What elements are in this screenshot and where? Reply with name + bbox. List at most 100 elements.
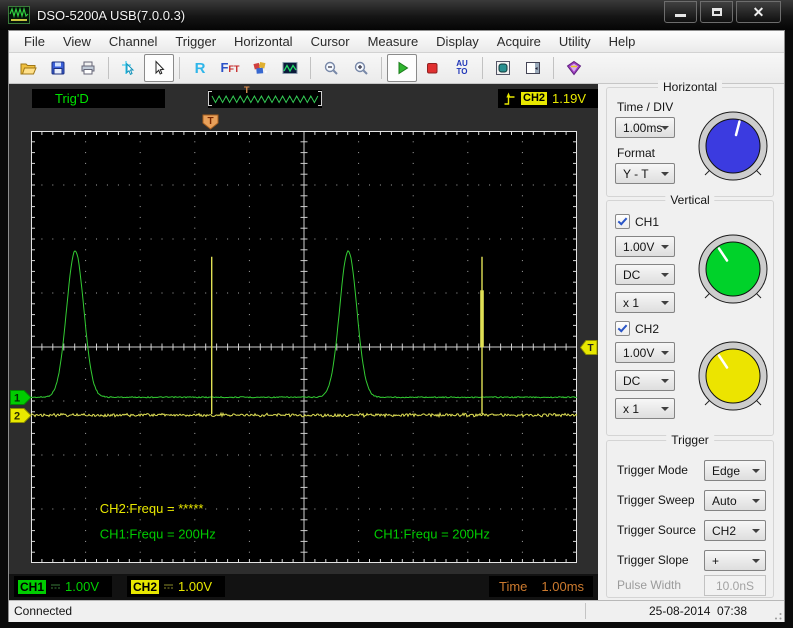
trigger-sweep-select[interactable]: Auto — [704, 490, 766, 511]
vertical-group-title: Vertical — [665, 193, 714, 207]
menubar: File View Channel Trigger Horizontal Cur… — [9, 31, 784, 53]
trigger-position-marker[interactable]: T — [202, 114, 219, 130]
svg-text:CH1:Frequ = 200Hz: CH1:Frequ = 200Hz — [100, 527, 216, 542]
pulse-width-input: 10.0nS — [704, 575, 766, 596]
toolbar-separator — [179, 57, 180, 79]
chevron-down-icon — [752, 529, 760, 533]
trigger-level-value: 1.19V — [552, 91, 586, 106]
statusbar-separator — [585, 603, 586, 619]
waveform-view-button[interactable] — [275, 54, 305, 82]
fullscreen-button[interactable] — [488, 54, 518, 82]
refresh-r-button[interactable]: R — [185, 54, 215, 82]
menu-view[interactable]: View — [54, 32, 100, 51]
measure-cursor-button[interactable] — [114, 54, 144, 82]
scope-display[interactable]: CH2:Frequ = *****CH1:Frequ = 200HzCH1:Fr… — [31, 131, 577, 563]
connection-status: Connected — [14, 604, 72, 618]
preview-trigger-marker[interactable]: T — [244, 85, 250, 95]
menu-help[interactable]: Help — [600, 32, 645, 51]
menu-utility[interactable]: Utility — [550, 32, 600, 51]
ch2-coupling-icon — [163, 582, 174, 591]
ch2-probe-select[interactable]: x 1 — [615, 398, 675, 419]
scope-plot[interactable]: CH2:Frequ = *****CH1:Frequ = 200HzCH1:Fr… — [31, 131, 577, 563]
ch1-knob[interactable] — [695, 231, 771, 307]
svg-text:CH1:Frequ = 200Hz: CH1:Frequ = 200Hz — [374, 527, 490, 542]
panel-icon — [524, 59, 542, 77]
zoom-out-button[interactable] — [316, 54, 346, 82]
fft-button[interactable]: FFT — [215, 54, 245, 82]
trigger-info-readout: CH2 1.19V — [498, 89, 598, 108]
floppy-icon — [49, 59, 67, 77]
printer-icon — [79, 59, 97, 77]
trigger-group-title: Trigger — [666, 433, 714, 447]
fullscreen-icon — [494, 59, 512, 77]
app-window: DSO-5200A USB(7.0.0.3) ✕ File View Chann… — [0, 0, 793, 628]
ch2-coupling-select[interactable]: DC — [615, 370, 675, 391]
ch2-knob[interactable] — [695, 338, 771, 414]
menu-cursor[interactable]: Cursor — [302, 32, 359, 51]
time-div-label: Time / DIV — [617, 100, 673, 114]
format-select[interactable]: Y - T — [615, 163, 675, 184]
minimize-icon — [675, 14, 686, 17]
trigger-group: Trigger Trigger Mode Edge Trigger Sweep … — [606, 440, 774, 598]
ch1-scale-value: 1.00V — [65, 579, 99, 594]
auto-set-button[interactable]: AU TO — [447, 54, 477, 82]
trigger-mode-select[interactable]: Edge — [704, 460, 766, 481]
start-button[interactable] — [387, 54, 417, 82]
crosshair-cursor-icon — [120, 59, 138, 77]
zoom-in-button[interactable] — [346, 54, 376, 82]
horizontal-knob[interactable] — [695, 108, 771, 184]
ch2-checkbox-label: CH2 — [635, 322, 659, 336]
menu-acquire[interactable]: Acquire — [488, 32, 550, 51]
trigger-preview[interactable]: T — [208, 90, 322, 108]
maximize-button[interactable] — [700, 1, 733, 23]
pulse-width-label: Pulse Width — [617, 578, 681, 592]
ch1-checkbox[interactable]: CH1 — [615, 214, 659, 229]
ch2-readout: CH2 1.00V — [127, 576, 225, 597]
ch1-probe-select[interactable]: x 1 — [615, 292, 675, 313]
color-settings-button[interactable] — [245, 54, 275, 82]
trigger-slope-select[interactable]: + — [704, 550, 766, 571]
minimize-button[interactable] — [664, 1, 697, 23]
ch1-coupling-select[interactable]: DC — [615, 264, 675, 285]
select-cursor-button[interactable] — [144, 54, 174, 82]
panel-toggle-button[interactable] — [518, 54, 548, 82]
control-panel: Horizontal Time / DIV 1.00ms Format Y - … — [598, 84, 784, 600]
ch2-volt-select[interactable]: 1.00V — [615, 342, 675, 363]
time-div-select[interactable]: 1.00ms — [615, 117, 675, 138]
folder-open-icon — [19, 59, 37, 77]
chevron-down-icon — [661, 172, 669, 176]
chevron-down-icon — [752, 469, 760, 473]
open-button[interactable] — [13, 54, 43, 82]
menu-file[interactable]: File — [15, 32, 54, 51]
help-book-button[interactable] — [559, 54, 589, 82]
chevron-down-icon — [661, 245, 669, 249]
datetime: 25-08-2014 07:38 — [649, 604, 747, 618]
ch1-volt-select[interactable]: 1.00V — [615, 236, 675, 257]
ch2-checkbox[interactable]: CH2 — [615, 321, 659, 336]
stop-icon — [423, 59, 441, 77]
window-title: DSO-5200A USB(7.0.0.3) — [37, 8, 664, 23]
menu-channel[interactable]: Channel — [100, 32, 166, 51]
stop-button[interactable] — [417, 54, 447, 82]
toolbar-separator — [482, 57, 483, 79]
close-icon: ✕ — [753, 5, 765, 19]
print-button[interactable] — [73, 54, 103, 82]
time-readout: Time 1.00ms — [489, 576, 593, 597]
ch1-position-marker[interactable]: 1 — [10, 390, 32, 405]
zoom-in-icon — [352, 59, 370, 77]
menu-measure[interactable]: Measure — [359, 32, 428, 51]
resize-grip[interactable] — [771, 609, 783, 621]
menu-horizontal[interactable]: Horizontal — [225, 32, 302, 51]
chevron-down-icon — [661, 379, 669, 383]
menu-trigger[interactable]: Trigger — [166, 32, 225, 51]
menu-display[interactable]: Display — [427, 32, 488, 51]
close-button[interactable]: ✕ — [736, 1, 781, 23]
trigger-source-select[interactable]: CH2 — [704, 520, 766, 541]
toolbar-separator — [381, 57, 382, 79]
trigger-level-marker[interactable]: T — [580, 340, 598, 355]
time-value: 1.00ms — [541, 579, 584, 594]
ch2-position-marker[interactable]: 2 — [10, 408, 32, 423]
checkbox-checked-icon — [615, 214, 630, 229]
save-button[interactable] — [43, 54, 73, 82]
trigger-source-badge: CH2 — [521, 92, 547, 105]
